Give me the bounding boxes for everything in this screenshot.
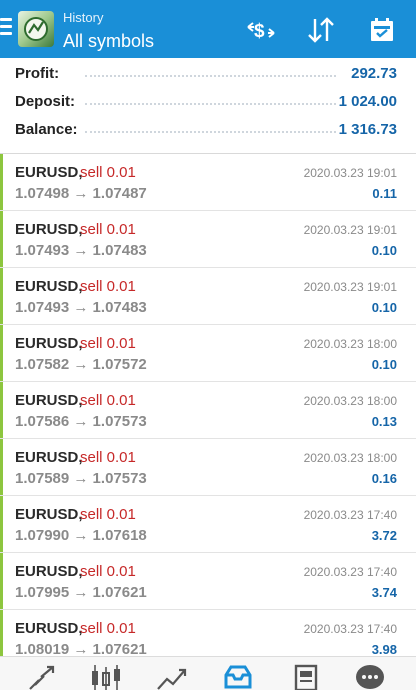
- deal-prices: 1.07493 → 1.07483: [15, 242, 147, 259]
- deal-type: sell 0.01: [80, 335, 136, 352]
- news-icon[interactable]: [288, 663, 324, 690]
- chart-icon[interactable]: [88, 663, 124, 690]
- trade-icon[interactable]: [154, 663, 190, 690]
- deal-indicator: [0, 439, 3, 495]
- deal-prices: 1.07498 → 1.07487: [15, 185, 147, 202]
- deal-row[interactable]: EURUSD, sell 0.01 1.07582 → 1.07572 2020…: [0, 325, 416, 382]
- balance-row: Balance: 1 316.73: [0, 116, 416, 144]
- deal-symbol: EURUSD,: [15, 221, 83, 238]
- deal-profit: 0.10: [371, 300, 397, 315]
- deal-symbol: EURUSD,: [15, 449, 83, 466]
- account-summary: Profit: 292.73 Deposit: 1 024.00 Balance…: [0, 58, 416, 154]
- messages-icon[interactable]: [352, 663, 388, 690]
- deal-row[interactable]: EURUSD, sell 0.01 1.07990 → 1.07618 2020…: [0, 496, 416, 553]
- deposit-value: 1 024.00: [338, 93, 397, 110]
- deal-type: sell 0.01: [80, 449, 136, 466]
- dotted-leader: [85, 131, 336, 133]
- deal-row[interactable]: EURUSD, sell 0.01 1.07493 → 1.07483 2020…: [0, 211, 416, 268]
- deal-type: sell 0.01: [80, 278, 136, 295]
- sort-icon[interactable]: [305, 14, 337, 46]
- page-title: History: [63, 10, 104, 25]
- app-logo: [18, 11, 54, 47]
- deal-profit: 3.72: [371, 528, 397, 543]
- deal-profit: 0.16: [371, 471, 397, 486]
- menu-icon[interactable]: [0, 18, 14, 40]
- deal-prices: 1.07493 → 1.07483: [15, 299, 147, 316]
- app-bar: History All symbols $: [0, 0, 416, 58]
- bottom-navigation: [0, 656, 416, 690]
- deal-row[interactable]: EURUSD, sell 0.01 1.07589 → 1.07573 2020…: [0, 439, 416, 496]
- deal-profit: 0.10: [371, 243, 397, 258]
- deal-prices: 1.07990 → 1.07618: [15, 527, 147, 544]
- deal-indicator: [0, 496, 3, 552]
- balance-value: 1 316.73: [338, 121, 397, 138]
- deal-profit: 3.74: [371, 585, 397, 600]
- svg-text:$: $: [254, 21, 265, 42]
- deal-type: sell 0.01: [80, 620, 136, 637]
- deal-indicator: [0, 382, 3, 438]
- deal-time: 2020.03.23 17:40: [303, 565, 397, 579]
- deal-prices: 1.07582 → 1.07572: [15, 356, 147, 373]
- deal-row[interactable]: EURUSD, sell 0.01 1.07995 → 1.07621 2020…: [0, 553, 416, 610]
- deal-prices: 1.07995 → 1.07621: [15, 584, 147, 601]
- deal-row[interactable]: EURUSD, sell 0.01 1.07498 → 1.07487 2020…: [0, 154, 416, 211]
- profit-value: 292.73: [351, 65, 397, 82]
- history-icon[interactable]: [220, 663, 256, 690]
- deal-prices: 1.08019 → 1.07621: [15, 641, 147, 656]
- deal-profit: 0.13: [371, 414, 397, 429]
- deal-symbol: EURUSD,: [15, 620, 83, 637]
- deal-indicator: [0, 154, 3, 210]
- deal-type: sell 0.01: [80, 506, 136, 523]
- deal-type: sell 0.01: [80, 563, 136, 580]
- currency-filter-icon[interactable]: $: [245, 14, 277, 46]
- deal-time: 2020.03.23 19:01: [303, 280, 397, 294]
- deal-row[interactable]: EURUSD, sell 0.01 1.08019 → 1.07621 2020…: [0, 610, 416, 656]
- deal-type: sell 0.01: [80, 221, 136, 238]
- deal-type: sell 0.01: [80, 164, 136, 181]
- quotes-icon[interactable]: [24, 663, 60, 690]
- deal-row[interactable]: EURUSD, sell 0.01 1.07586 → 1.07573 2020…: [0, 382, 416, 439]
- deal-profit: 0.10: [371, 357, 397, 372]
- deposit-row: Deposit: 1 024.00: [0, 88, 416, 116]
- deal-symbol: EURUSD,: [15, 563, 83, 580]
- profit-row: Profit: 292.73: [0, 60, 416, 88]
- deal-time: 2020.03.23 18:00: [303, 394, 397, 408]
- symbol-filter-label[interactable]: All symbols: [63, 30, 154, 52]
- deal-symbol: EURUSD,: [15, 392, 83, 409]
- deal-indicator: [0, 553, 3, 609]
- balance-label: Balance:: [15, 121, 78, 138]
- deal-prices: 1.07586 → 1.07573: [15, 413, 147, 430]
- deal-indicator: [0, 268, 3, 324]
- deal-time: 2020.03.23 18:00: [303, 451, 397, 465]
- profit-label: Profit:: [15, 65, 60, 82]
- deal-symbol: EURUSD,: [15, 335, 83, 352]
- deal-indicator: [0, 610, 3, 656]
- deal-time: 2020.03.23 18:00: [303, 337, 397, 351]
- deal-symbol: EURUSD,: [15, 164, 83, 181]
- deposit-label: Deposit:: [15, 93, 75, 110]
- deal-time: 2020.03.23 17:40: [303, 508, 397, 522]
- deal-profit: 3.98: [371, 642, 397, 656]
- dotted-leader: [85, 75, 336, 77]
- deal-symbol: EURUSD,: [15, 506, 83, 523]
- deal-time: 2020.03.23 19:01: [303, 166, 397, 180]
- deal-indicator: [0, 211, 3, 267]
- deal-time: 2020.03.23 19:01: [303, 223, 397, 237]
- deal-time: 2020.03.23 17:40: [303, 622, 397, 636]
- dotted-leader: [85, 103, 336, 105]
- deals-list[interactable]: EURUSD, sell 0.01 1.07498 → 1.07487 2020…: [0, 154, 416, 656]
- deal-type: sell 0.01: [80, 392, 136, 409]
- calendar-icon[interactable]: [366, 14, 398, 46]
- deal-row[interactable]: EURUSD, sell 0.01 1.07493 → 1.07483 2020…: [0, 268, 416, 325]
- deal-profit: 0.11: [372, 186, 397, 201]
- deal-indicator: [0, 325, 3, 381]
- deal-prices: 1.07589 → 1.07573: [15, 470, 147, 487]
- deal-symbol: EURUSD,: [15, 278, 83, 295]
